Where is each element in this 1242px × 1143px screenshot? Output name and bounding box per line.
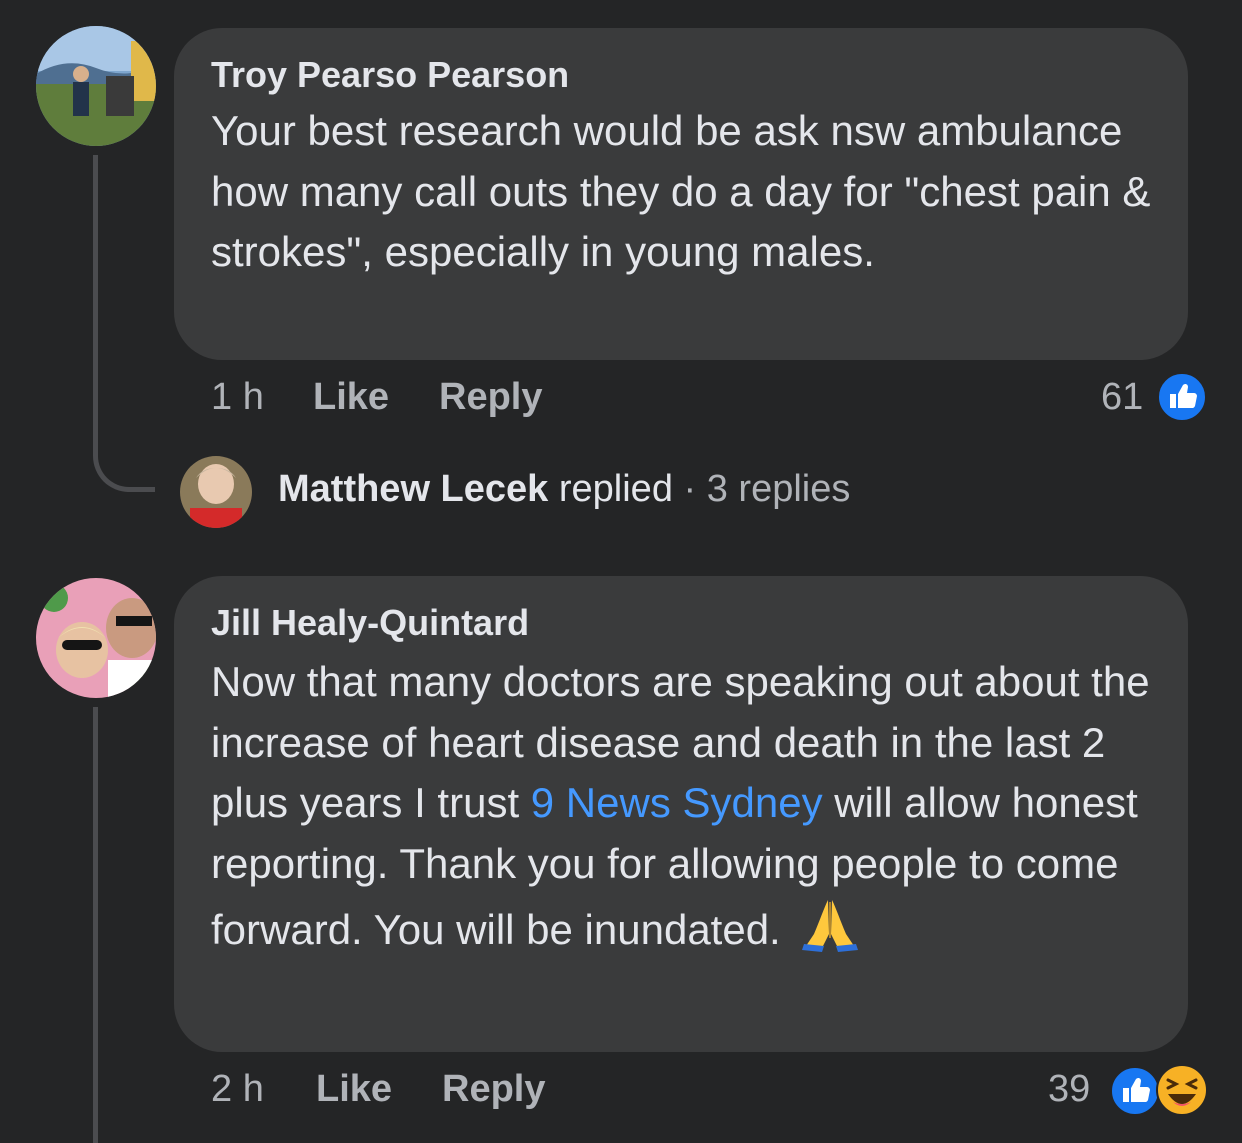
- thread-line-1: [93, 155, 98, 455]
- view-replies-link[interactable]: Matthew Lecek replied · 3 replies: [278, 468, 850, 511]
- avatar-jill[interactable]: [36, 578, 156, 698]
- like-icon: [1110, 1066, 1160, 1116]
- reaction-count[interactable]: 39: [1048, 1068, 1090, 1111]
- comment-author[interactable]: Troy Pearso Pearson: [211, 54, 569, 96]
- like-button[interactable]: Like: [313, 376, 389, 419]
- thread-line-2: [93, 707, 98, 1143]
- reply-author[interactable]: Matthew Lecek: [278, 468, 548, 510]
- comment-author[interactable]: Jill Healy-Quintard: [211, 602, 529, 644]
- like-button[interactable]: Like: [316, 1068, 392, 1111]
- reaction-count[interactable]: 61: [1101, 376, 1143, 419]
- thread-connector: [93, 420, 155, 492]
- reply-count[interactable]: 3 replies: [707, 468, 851, 510]
- comment-bubble-jill: Jill Healy-Quintard Now that many doctor…: [174, 576, 1188, 1052]
- reply-action: replied: [558, 468, 673, 510]
- comment-time[interactable]: 1 h: [211, 376, 264, 419]
- reply-separator: ·: [683, 468, 697, 510]
- comment-time[interactable]: 2 h: [211, 1068, 264, 1111]
- folded-hands-icon: [800, 894, 860, 954]
- laughing-icon: [1156, 1064, 1208, 1116]
- reply-button[interactable]: Reply: [439, 376, 542, 419]
- like-icon: [1157, 372, 1207, 422]
- mention-link[interactable]: 9 News Sydney: [531, 779, 823, 826]
- comment-text: Now that many doctors are speaking out a…: [211, 652, 1158, 961]
- avatar-matthew[interactable]: [180, 456, 252, 528]
- comment-text: Your best research would be ask nsw ambu…: [211, 107, 1151, 275]
- reply-button[interactable]: Reply: [442, 1068, 545, 1111]
- comment-bubble-troy: Troy Pearso Pearson Your best research w…: [174, 28, 1188, 360]
- avatar-troy[interactable]: [36, 26, 156, 146]
